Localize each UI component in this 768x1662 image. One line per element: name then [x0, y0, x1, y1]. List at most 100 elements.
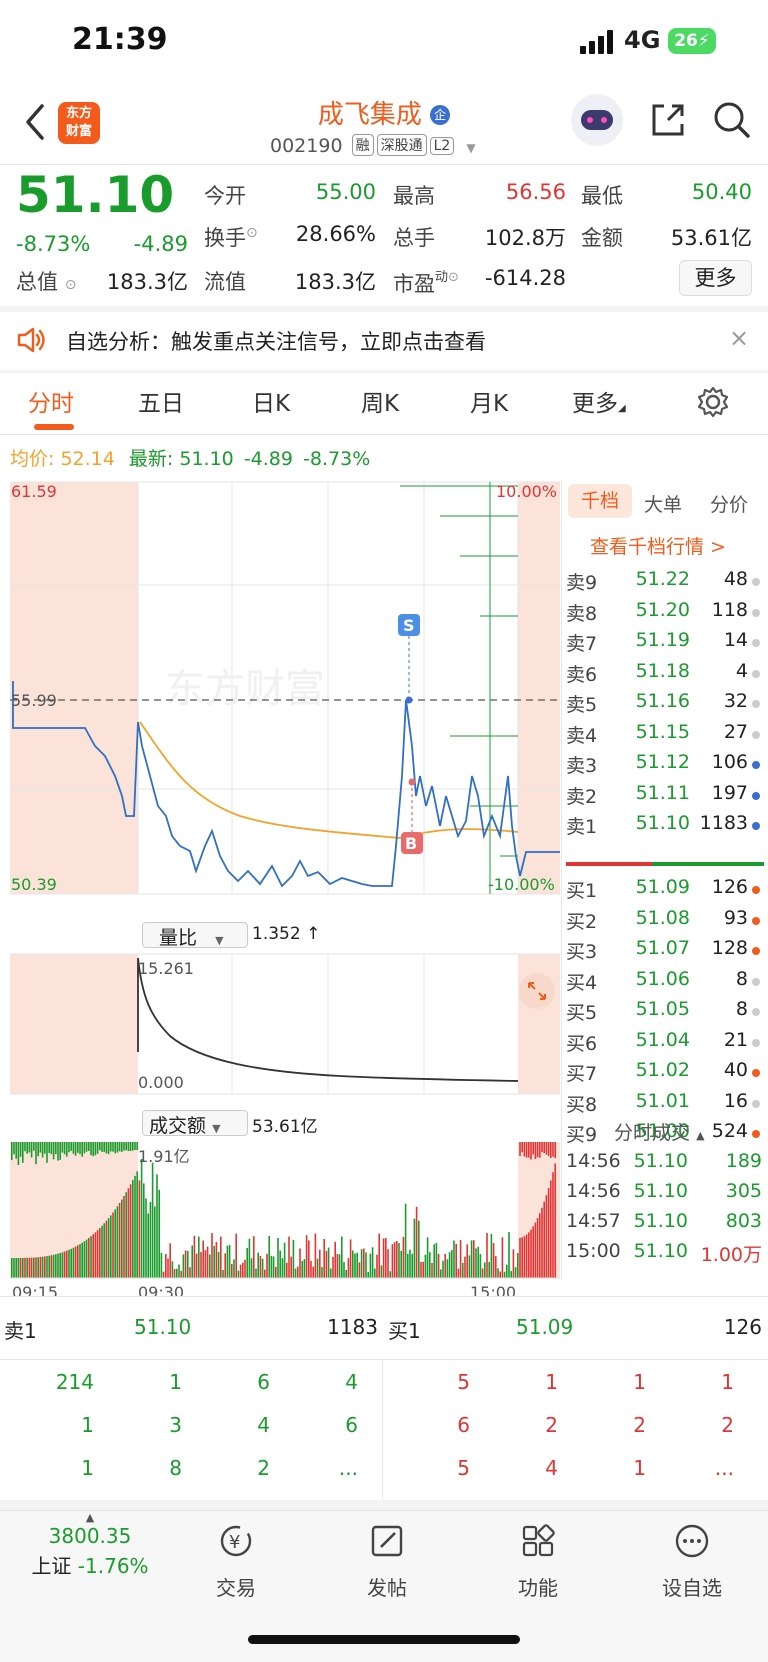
- amount-bar: [195, 1253, 198, 1278]
- nav-functions[interactable]: 功能: [478, 1521, 598, 1601]
- bid-row[interactable]: 买7 51.02 40: [566, 1059, 766, 1089]
- ratio-selector[interactable]: 量比 ▼: [142, 922, 248, 949]
- depth-link[interactable]: 查看千档行情 >: [590, 532, 726, 559]
- amount-bar: [519, 1142, 521, 1156]
- pe-label[interactable]: 市盈动⊙: [393, 266, 459, 298]
- amount-bar: [61, 1252, 64, 1278]
- ask-price: 51.20: [635, 598, 690, 621]
- amount-bar: [158, 1189, 160, 1278]
- tab-big-orders[interactable]: 大单: [644, 490, 682, 517]
- amount-bar: [70, 1248, 72, 1278]
- ask-volume: 14: [723, 629, 748, 651]
- ask-row[interactable]: 卖9 51.22 48: [566, 568, 766, 598]
- amount-bar: [149, 1201, 152, 1278]
- amount-bar: [481, 1268, 484, 1278]
- amount-bar: [286, 1262, 288, 1278]
- order-dot-icon: [752, 886, 760, 894]
- tab-month-k[interactable]: 月K: [470, 384, 508, 418]
- bid-level-label: 买9: [566, 1124, 598, 1146]
- chevron-up-icon: ▲: [696, 1129, 705, 1142]
- bid-row[interactable]: 买3 51.07 128: [566, 937, 766, 967]
- trades-title[interactable]: 分时成交 ▲: [614, 1118, 705, 1145]
- ask-row[interactable]: 卖4 51.15 27: [566, 721, 766, 751]
- ask-row[interactable]: 卖3 51.12 106: [566, 751, 766, 781]
- amount-bar: [349, 1239, 352, 1278]
- tab-price-distribution[interactable]: 分价: [710, 490, 748, 517]
- last-price: 51.10: [16, 166, 175, 224]
- buy-strength-bar: [652, 862, 764, 866]
- bid-row[interactable]: 买8 51.01 16: [566, 1090, 766, 1120]
- divider: [0, 164, 768, 165]
- nav-post[interactable]: 发帖: [327, 1521, 447, 1601]
- amount-bar: [66, 1250, 68, 1278]
- active-tab-indicator: [34, 424, 74, 430]
- amount-bar: [327, 1247, 330, 1278]
- pre-market-shade: [10, 954, 138, 1094]
- tab-day-k[interactable]: 日K: [252, 384, 290, 418]
- ask-row[interactable]: 卖1 51.10 1183: [566, 812, 766, 842]
- bid-row[interactable]: 买1 51.09 126: [566, 876, 766, 906]
- amount-bar: [464, 1256, 466, 1278]
- bid-price: 51.08: [635, 906, 690, 929]
- robot-assistant-icon[interactable]: [571, 94, 623, 146]
- marker-s[interactable]: S: [398, 614, 420, 704]
- amount-bar: [110, 1142, 112, 1152]
- queue-sell-cell: 4: [345, 1370, 358, 1394]
- tab-order-depth[interactable]: 千档: [568, 484, 632, 518]
- more-button[interactable]: 更多: [679, 260, 752, 296]
- index-ticker[interactable]: ▲ 3800.35 上证 -1.76%: [20, 1511, 160, 1579]
- ask-row[interactable]: 卖6 51.18 4: [566, 660, 766, 690]
- amount-bar: [72, 1247, 75, 1278]
- bid-row[interactable]: 买6 51.04 21: [566, 1029, 766, 1059]
- close-icon[interactable]: ×: [729, 324, 749, 352]
- turnover-label[interactable]: 换手⊙: [204, 222, 258, 252]
- ask-row[interactable]: 卖7 51.19 14: [566, 629, 766, 659]
- order-dot-icon: [752, 916, 760, 925]
- amount-bar: [103, 1223, 105, 1278]
- tab-five-day[interactable]: 五日: [138, 384, 184, 418]
- amount-bar: [103, 1142, 105, 1152]
- amount-selector[interactable]: 成交额 ▼: [142, 1110, 248, 1137]
- analysis-banner[interactable]: 自选分析：触发重点关注信号，立即点击查看 ×: [0, 310, 768, 370]
- nav-trade[interactable]: ¥ 交易: [176, 1521, 296, 1601]
- amount-bar: [321, 1267, 323, 1278]
- amount-bar: [312, 1266, 314, 1278]
- ask-row[interactable]: 卖5 51.16 32: [566, 690, 766, 720]
- amount-bar: [160, 1252, 163, 1278]
- amount-bar: [105, 1142, 108, 1154]
- enterprise-badge-icon: 企: [430, 105, 451, 125]
- marker-b[interactable]: B: [401, 778, 423, 855]
- trade-time: 15:00: [566, 1240, 621, 1262]
- ask-row[interactable]: 卖2 51.11 197: [566, 782, 766, 812]
- amount-bar: [501, 1237, 504, 1278]
- amount-bar: [506, 1264, 508, 1278]
- tab-week-k[interactable]: 周K: [361, 384, 399, 418]
- nav-add-watchlist[interactable]: 设自选: [632, 1521, 752, 1601]
- tab-intraday[interactable]: 分时: [28, 384, 74, 418]
- change-value: -4.89: [133, 232, 188, 256]
- ask-row[interactable]: 卖8 51.20 118: [566, 599, 766, 629]
- bid-row[interactable]: 买2 51.08 93: [566, 907, 766, 937]
- amount-bar: [244, 1259, 246, 1278]
- tab-more[interactable]: 更多◢: [572, 384, 626, 418]
- trade-icon: ¥: [220, 1525, 252, 1557]
- share-icon[interactable]: [648, 100, 688, 140]
- mktcap-label[interactable]: 总值 ⊙: [16, 266, 76, 296]
- settings-gear-icon[interactable]: [697, 386, 729, 418]
- bid-row[interactable]: 买4 51.06 8: [566, 968, 766, 998]
- expand-icon[interactable]: [519, 973, 555, 1009]
- amount-bar: [477, 1246, 479, 1278]
- signal-icon: [580, 30, 616, 54]
- amount-bar: [121, 1142, 123, 1152]
- bid-volume: 21: [723, 1028, 748, 1051]
- amount-bar: [30, 1142, 33, 1158]
- stock-code-line[interactable]: 002190 融深股通 L2 ▼: [270, 134, 476, 157]
- chart-tabs: 分时 五日 日K 周K 月K 更多◢: [0, 372, 768, 434]
- bid-row[interactable]: 买5 51.05 8: [566, 998, 766, 1028]
- queue-sell-cell: 1: [81, 1413, 94, 1437]
- pct-bottom-label: -10.00%: [488, 875, 555, 894]
- amount-bar: [369, 1253, 372, 1278]
- intraday-chart[interactable]: 东方财富 S B 61.59 55.99 50.39 10.00% -10.00…: [0, 476, 560, 1296]
- search-icon[interactable]: [712, 100, 752, 140]
- amount-bar: [543, 1142, 545, 1154]
